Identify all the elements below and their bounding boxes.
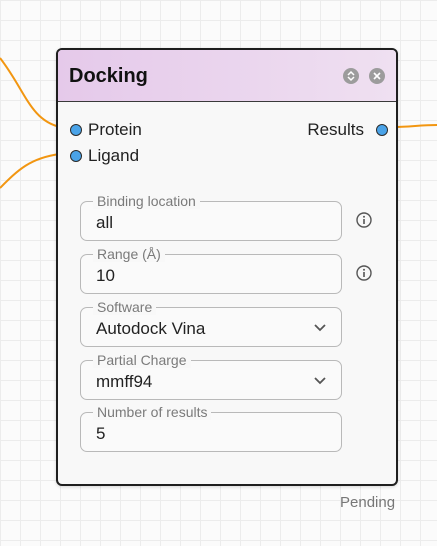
- field-value[interactable]: 10: [96, 266, 115, 286]
- field-value[interactable]: all: [96, 213, 113, 233]
- node-title: Docking: [69, 65, 148, 87]
- edge-ligand-in: [0, 153, 61, 189]
- port-label: Protein: [88, 120, 142, 139]
- field-label: Partial Charge: [93, 352, 191, 368]
- field-label: Binding location: [93, 193, 200, 209]
- field-value: mmff94: [96, 372, 153, 391]
- info-icon[interactable]: [356, 212, 372, 228]
- field-label: Software: [93, 299, 157, 315]
- field-label: Range (Å): [93, 246, 165, 262]
- port-dot[interactable]: [70, 124, 82, 136]
- port-label: Results: [307, 120, 364, 139]
- chevron-down-icon[interactable]: [313, 374, 327, 393]
- port-dot[interactable]: [376, 124, 388, 136]
- input-port-protein[interactable]: Protein: [70, 120, 142, 140]
- edge-protein-in: [0, 57, 61, 128]
- software-select[interactable]: Software Autodock Vina: [80, 299, 342, 347]
- chevron-down-icon[interactable]: [313, 321, 327, 340]
- field-value: Autodock Vina: [96, 319, 206, 338]
- partial-charge-select[interactable]: Partial Charge mmff94: [80, 352, 342, 400]
- port-dot[interactable]: [70, 150, 82, 162]
- collapse-icon[interactable]: [343, 68, 359, 84]
- node-header[interactable]: Docking: [58, 50, 396, 102]
- port-label: Ligand: [88, 146, 140, 165]
- close-icon[interactable]: [369, 68, 385, 84]
- info-icon[interactable]: [356, 265, 372, 281]
- edge-results-out: [391, 124, 437, 128]
- docking-node[interactable]: Docking Protein Ligand Results Binding l…: [56, 48, 398, 486]
- field-label: Number of results: [93, 404, 212, 420]
- binding-location-field[interactable]: Binding location all: [80, 193, 342, 241]
- output-port-results[interactable]: Results: [307, 120, 388, 140]
- input-port-ligand[interactable]: Ligand: [70, 146, 139, 166]
- node-status: Pending: [340, 494, 396, 511]
- field-value[interactable]: 5: [96, 424, 105, 444]
- range-field[interactable]: Range (Å) 10: [80, 246, 342, 294]
- number-of-results-field[interactable]: Number of results 5: [80, 404, 342, 452]
